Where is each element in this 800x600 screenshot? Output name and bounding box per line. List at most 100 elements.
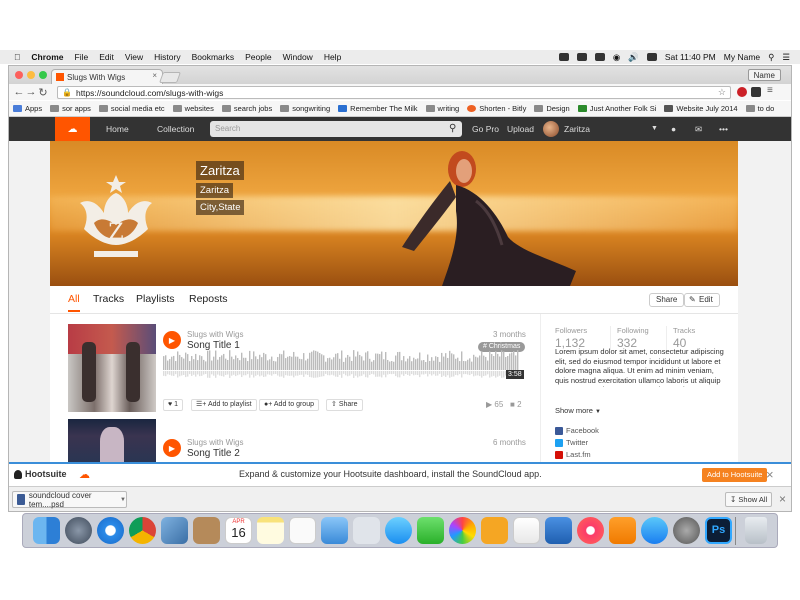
- preview-icon[interactable]: [161, 517, 188, 544]
- show-all-downloads-button[interactable]: ↧ Show All: [725, 492, 773, 507]
- reminders-icon[interactable]: [289, 517, 316, 544]
- following-label[interactable]: Following: [617, 326, 649, 335]
- menu-view[interactable]: View: [125, 52, 143, 62]
- bookmark-link[interactable]: Remember The Milk: [338, 104, 418, 113]
- bookmark-folder[interactable]: social media etc: [98, 104, 165, 113]
- facebook-link[interactable]: Facebook: [555, 426, 599, 435]
- contacts-icon[interactable]: [193, 517, 220, 544]
- new-tab-button[interactable]: [158, 72, 182, 83]
- menubar-user[interactable]: My Name: [724, 52, 760, 62]
- tab-tracks[interactable]: Tracks: [93, 293, 124, 305]
- forward-icon[interactable]: →: [25, 86, 37, 98]
- chrome-icon[interactable]: [129, 517, 156, 544]
- followers-label[interactable]: Followers: [555, 326, 587, 335]
- photos-icon[interactable]: [449, 517, 476, 544]
- bookmark-folder[interactable]: Design: [534, 104, 570, 113]
- back-icon[interactable]: ←: [13, 86, 25, 98]
- track-uploader[interactable]: Slugs with Wigs: [187, 438, 243, 447]
- calendar-icon[interactable]: APR 16: [225, 517, 252, 544]
- bookmark-folder[interactable]: songwriting: [280, 104, 330, 113]
- bookmark-folder[interactable]: sor apps: [50, 104, 91, 113]
- nav-go-pro[interactable]: Go Pro: [472, 117, 499, 141]
- photoshop-icon[interactable]: Ps: [705, 517, 732, 544]
- wifi-icon[interactable]: ◉: [613, 52, 620, 63]
- menu-window[interactable]: Window: [283, 52, 313, 62]
- menu-file[interactable]: File: [75, 52, 89, 62]
- app-store-icon[interactable]: [641, 517, 668, 544]
- comment-count[interactable]: ■ 2: [510, 400, 522, 409]
- minimize-window-button[interactable]: [27, 71, 35, 79]
- profile-button[interactable]: Name: [747, 69, 781, 81]
- messages-icon[interactable]: ✉: [695, 117, 702, 141]
- track-artwork[interactable]: [68, 324, 156, 412]
- share-track-button[interactable]: ⇧ Share: [326, 399, 363, 411]
- trash-icon[interactable]: [745, 517, 767, 544]
- share-profile-button[interactable]: Share: [649, 293, 685, 307]
- menubar-clock[interactable]: Sat 11:40 PM: [665, 52, 716, 62]
- tab-reposts[interactable]: Reposts: [189, 293, 228, 305]
- twitter-link[interactable]: Twitter: [555, 438, 588, 447]
- pages-icon[interactable]: [481, 517, 508, 544]
- close-downloads-icon[interactable]: ×: [779, 492, 786, 506]
- close-hootsuite-icon[interactable]: ×: [766, 467, 774, 482]
- edit-profile-button[interactable]: ✎ Edit: [684, 293, 720, 307]
- bookmark-link[interactable]: Just Another Folk Si: [577, 104, 656, 113]
- soundcloud-logo-icon[interactable]: ☁: [55, 117, 90, 141]
- play-button[interactable]: ▶: [163, 439, 181, 457]
- search-input[interactable]: Search: [210, 121, 462, 137]
- track-title[interactable]: Song Title 2: [187, 448, 240, 459]
- show-more-link[interactable]: Show more ▼: [555, 406, 601, 415]
- spotlight-icon[interactable]: ⚲: [768, 52, 774, 63]
- safari-icon[interactable]: [97, 517, 124, 544]
- tab-all[interactable]: All: [68, 293, 80, 312]
- notifications-bell-icon[interactable]: ●: [671, 117, 676, 141]
- like-button[interactable]: ♥ 1: [163, 399, 184, 411]
- close-window-button[interactable]: [15, 71, 23, 79]
- track-artwork[interactable]: [68, 419, 156, 462]
- finder-icon[interactable]: [33, 517, 60, 544]
- facetime-icon[interactable]: [417, 517, 444, 544]
- numbers-icon[interactable]: [513, 517, 540, 544]
- bookmark-folder[interactable]: search jobs: [221, 104, 272, 113]
- menu-chrome[interactable]: Chrome: [31, 52, 63, 62]
- timemachine-icon[interactable]: [576, 53, 587, 61]
- more-icon[interactable]: •••: [719, 117, 728, 141]
- ibooks-icon[interactable]: [609, 517, 636, 544]
- menu-people[interactable]: People: [245, 52, 271, 62]
- menu-edit[interactable]: Edit: [99, 52, 114, 62]
- chrome-menu-icon[interactable]: ≡: [767, 85, 773, 96]
- nav-collection[interactable]: Collection: [157, 117, 194, 141]
- bookmark-apps[interactable]: Apps: [13, 104, 42, 113]
- volume-icon[interactable]: 🔊: [628, 52, 639, 63]
- search-icon[interactable]: ⚲: [449, 121, 456, 137]
- add-to-hootsuite-button[interactable]: Add to Hootsuite: [702, 468, 768, 482]
- zoom-window-button[interactable]: [39, 71, 47, 79]
- menu-history[interactable]: History: [154, 52, 180, 62]
- system-app-icon[interactable]: [353, 517, 380, 544]
- airplay-icon[interactable]: [594, 53, 605, 61]
- track-uploader[interactable]: Slugs with Wigs: [187, 330, 243, 339]
- chevron-down-icon[interactable]: ▼: [651, 117, 658, 141]
- nav-home[interactable]: Home: [106, 117, 129, 141]
- bookmark-link[interactable]: Shorten - Bitly: [467, 104, 526, 113]
- waveform[interactable]: [163, 348, 520, 378]
- browser-tab[interactable]: Slugs With Wigs ×: [51, 69, 163, 84]
- bookmark-folder[interactable]: websites: [172, 104, 214, 113]
- launchpad-icon[interactable]: [65, 517, 92, 544]
- download-menu-chevron-icon[interactable]: ▼: [120, 497, 126, 503]
- close-tab-icon[interactable]: ×: [152, 71, 157, 80]
- keynote-icon[interactable]: [545, 517, 572, 544]
- menu-help[interactable]: Help: [324, 52, 341, 62]
- nav-username[interactable]: Zaritza: [564, 117, 590, 141]
- notification-center-icon[interactable]: ☰: [782, 52, 790, 63]
- nav-upload[interactable]: Upload: [507, 117, 534, 141]
- add-to-playlist-button[interactable]: ☰+ Add to playlist: [191, 399, 257, 411]
- notes-icon[interactable]: [257, 517, 284, 544]
- status-app-icon[interactable]: [558, 53, 569, 61]
- download-item[interactable]: soundcloud cover tem....psd ▼: [12, 491, 127, 509]
- menu-bookmarks[interactable]: Bookmarks: [192, 52, 235, 62]
- messages-app-icon[interactable]: [385, 517, 412, 544]
- pinterest-extension-icon[interactable]: [737, 87, 747, 97]
- avatar[interactable]: [543, 121, 559, 137]
- reload-icon[interactable]: ↻: [37, 86, 49, 99]
